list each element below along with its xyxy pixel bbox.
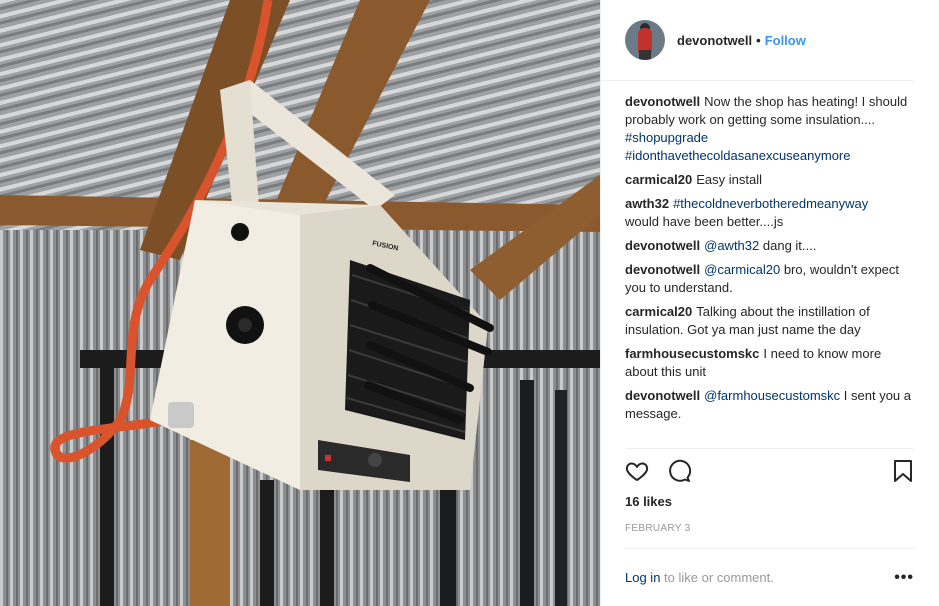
post-sidebar: devonotwell • Follow devonotwell Now the … xyxy=(600,0,939,606)
post-header: devonotwell • Follow xyxy=(601,0,914,81)
comment-item: devonotwell @awth32 dang it.... xyxy=(625,237,912,255)
action-bar xyxy=(625,448,914,488)
login-suffix: to like or comment. xyxy=(660,570,774,585)
post-photo[interactable]: FUSION xyxy=(0,0,600,606)
hashtag-link[interactable]: #idonthavethecoldasanexcuseanymore xyxy=(625,148,851,163)
comment-item: farmhousecustomskc I need to know more ab… xyxy=(625,345,912,381)
comment-username[interactable]: farmhousecustomskc xyxy=(625,346,759,361)
author-username[interactable]: devonotwell xyxy=(677,33,752,48)
likes-count[interactable]: 16 likes xyxy=(625,494,939,509)
comment-item: awth32 #thecoldneverbotheredmeanyway would… xyxy=(625,195,912,231)
comment-username[interactable]: devonotwell xyxy=(625,388,700,403)
comment-username[interactable]: devonotwell xyxy=(625,262,700,277)
comment-text: would have been better....js xyxy=(625,214,784,229)
comment-username[interactable]: carmical20 xyxy=(625,172,692,187)
comment-text: Easy install xyxy=(696,172,762,187)
comment-icon[interactable] xyxy=(667,459,692,483)
comment-text: dang it.... xyxy=(762,238,817,253)
mention-link[interactable]: @awth32 xyxy=(704,238,759,253)
login-prompt: Log in to like or comment. xyxy=(625,570,774,585)
comments-list: devonotwell Now the shop has heating! I s… xyxy=(601,81,939,448)
instagram-post: FUSION devonotwell • Follow devonotwell N… xyxy=(0,0,939,606)
login-link[interactable]: Log in xyxy=(625,570,660,585)
hashtag-link[interactable]: #thecoldneverbotheredmeanyway xyxy=(673,196,868,211)
comment-username[interactable]: awth32 xyxy=(625,196,669,211)
comment-item: carmical20 Easy install xyxy=(625,171,912,189)
avatar[interactable] xyxy=(625,20,665,60)
mention-link[interactable]: @carmical20 xyxy=(704,262,780,277)
mention-link[interactable]: @farmhousecustomskc xyxy=(704,388,840,403)
caption: devonotwell Now the shop has heating! I s… xyxy=(625,93,912,165)
heart-icon[interactable] xyxy=(625,459,649,483)
comment-username[interactable]: devonotwell xyxy=(625,238,700,253)
comment-item: devonotwell @farmhousecustomskc I sent yo… xyxy=(625,387,912,423)
comment-footer: Log in to like or comment. ••• xyxy=(625,548,914,606)
comment-item: carmical20 Talking about the instillation… xyxy=(625,303,912,339)
comment-username[interactable]: devonotwell xyxy=(625,94,700,109)
separator-dot: • xyxy=(756,32,761,48)
follow-button[interactable]: Follow xyxy=(765,33,806,48)
comment-username[interactable]: carmical20 xyxy=(625,304,692,319)
comment-item: devonotwell @carmical20 bro, wouldn't exp… xyxy=(625,261,912,297)
bookmark-icon[interactable] xyxy=(891,459,915,483)
post-date[interactable]: FEBRUARY 3 xyxy=(625,523,939,534)
more-options-icon[interactable]: ••• xyxy=(894,569,914,587)
heater-photo: FUSION xyxy=(0,0,600,606)
hashtag-link[interactable]: #shopupgrade xyxy=(625,130,708,145)
